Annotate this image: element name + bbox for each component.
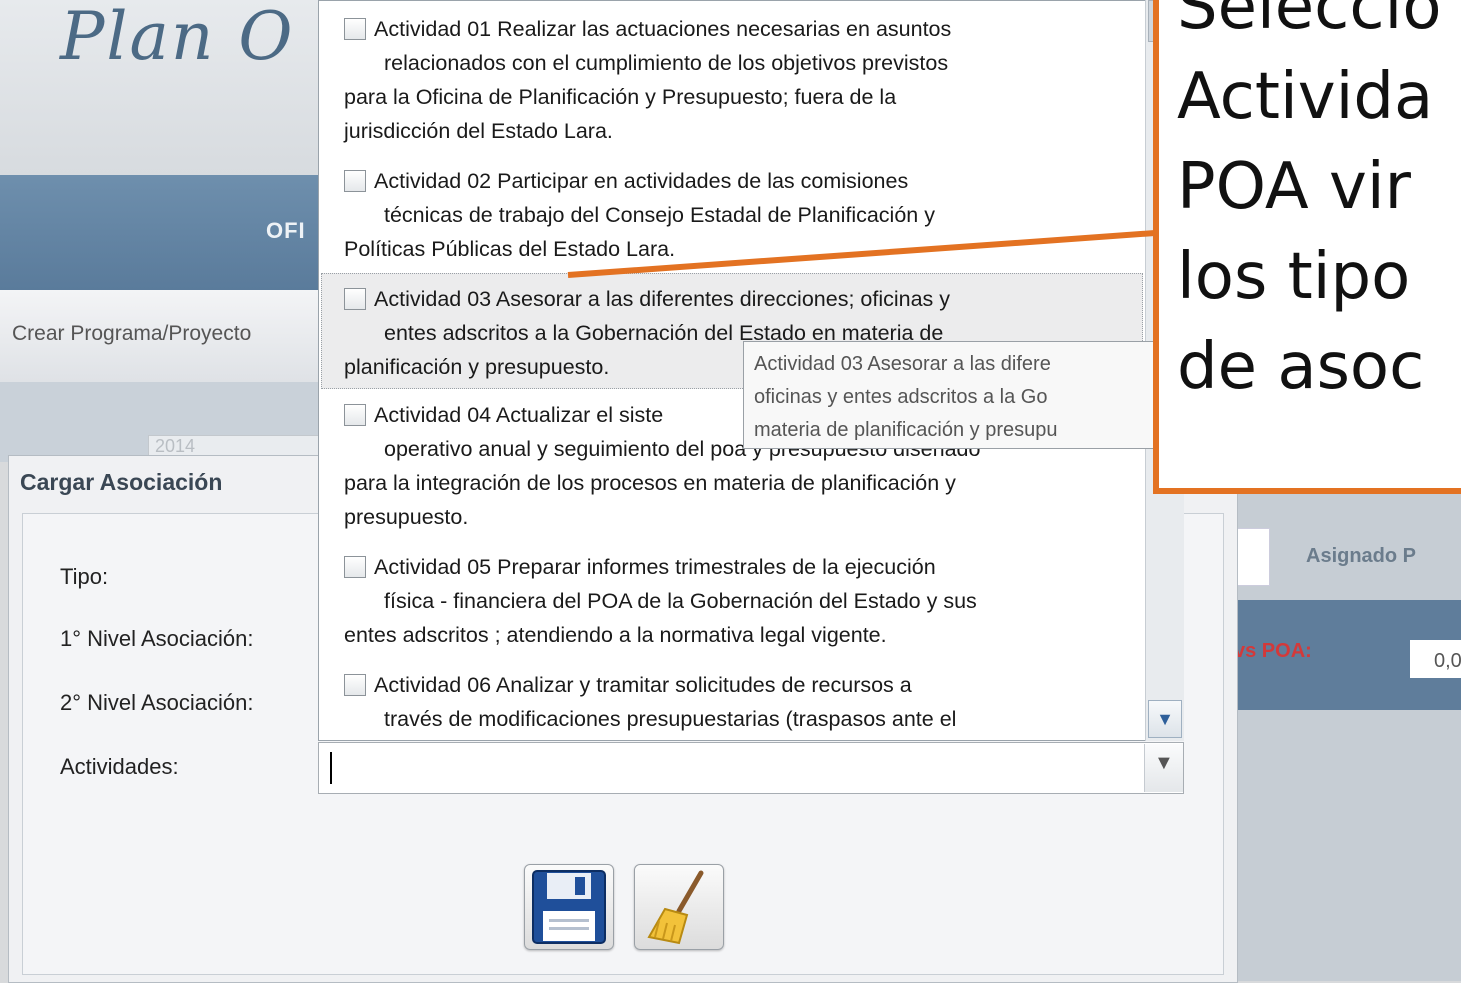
- menu-item-crear-programa[interactable]: Crear Programa/Proyecto: [12, 322, 251, 346]
- dialog-title: Cargar Asociación: [20, 469, 223, 495]
- checkbox[interactable]: [344, 674, 366, 696]
- list-item-actividad-05[interactable]: Actividad 05 Preparar informes trimestra…: [344, 550, 1134, 652]
- poa-value: 0,0: [1410, 640, 1461, 678]
- background-input[interactable]: [1236, 528, 1270, 586]
- save-button[interactable]: [524, 864, 614, 950]
- nivel1-label: 1° Nivel Asociación:: [60, 626, 254, 651]
- scroll-down-icon[interactable]: ▼: [1148, 700, 1182, 738]
- actividades-combo-input[interactable]: [318, 742, 1184, 794]
- app-logo: Plan O: [60, 0, 295, 75]
- vs-poa-label: vs POA:: [1234, 640, 1312, 662]
- clear-button[interactable]: [634, 864, 724, 950]
- checkbox[interactable]: [344, 404, 366, 426]
- annotation-callout: Seleccio Activida POA vir los tipo de as…: [1153, 0, 1461, 494]
- checkbox[interactable]: [344, 556, 366, 578]
- list-item-actividad-06[interactable]: Actividad 06 Analizar y tramitar solicit…: [344, 668, 1134, 736]
- tipo-label: Tipo:: [60, 564, 109, 589]
- banner-title: OFI: [266, 218, 306, 243]
- list-item-actividad-01[interactable]: Actividad 01 Realizar las actuaciones ne…: [344, 12, 1134, 148]
- floppy-disk-icon: [532, 870, 606, 944]
- item-tooltip: Actividad 03 Asesorar a las difere ofici…: [743, 341, 1155, 449]
- actividades-label: Actividades:: [60, 754, 179, 779]
- checkbox[interactable]: [344, 170, 366, 192]
- nivel2-label: 2° Nivel Asociación:: [60, 690, 254, 715]
- asignado-label: Asignado P: [1306, 545, 1417, 567]
- chevron-down-icon: ▼: [1154, 752, 1174, 774]
- callout-pointer-line: [567, 230, 1156, 278]
- broom-icon: [647, 870, 704, 945]
- checkbox[interactable]: [344, 18, 366, 40]
- text-caret: [330, 752, 332, 784]
- checkbox[interactable]: [344, 288, 366, 310]
